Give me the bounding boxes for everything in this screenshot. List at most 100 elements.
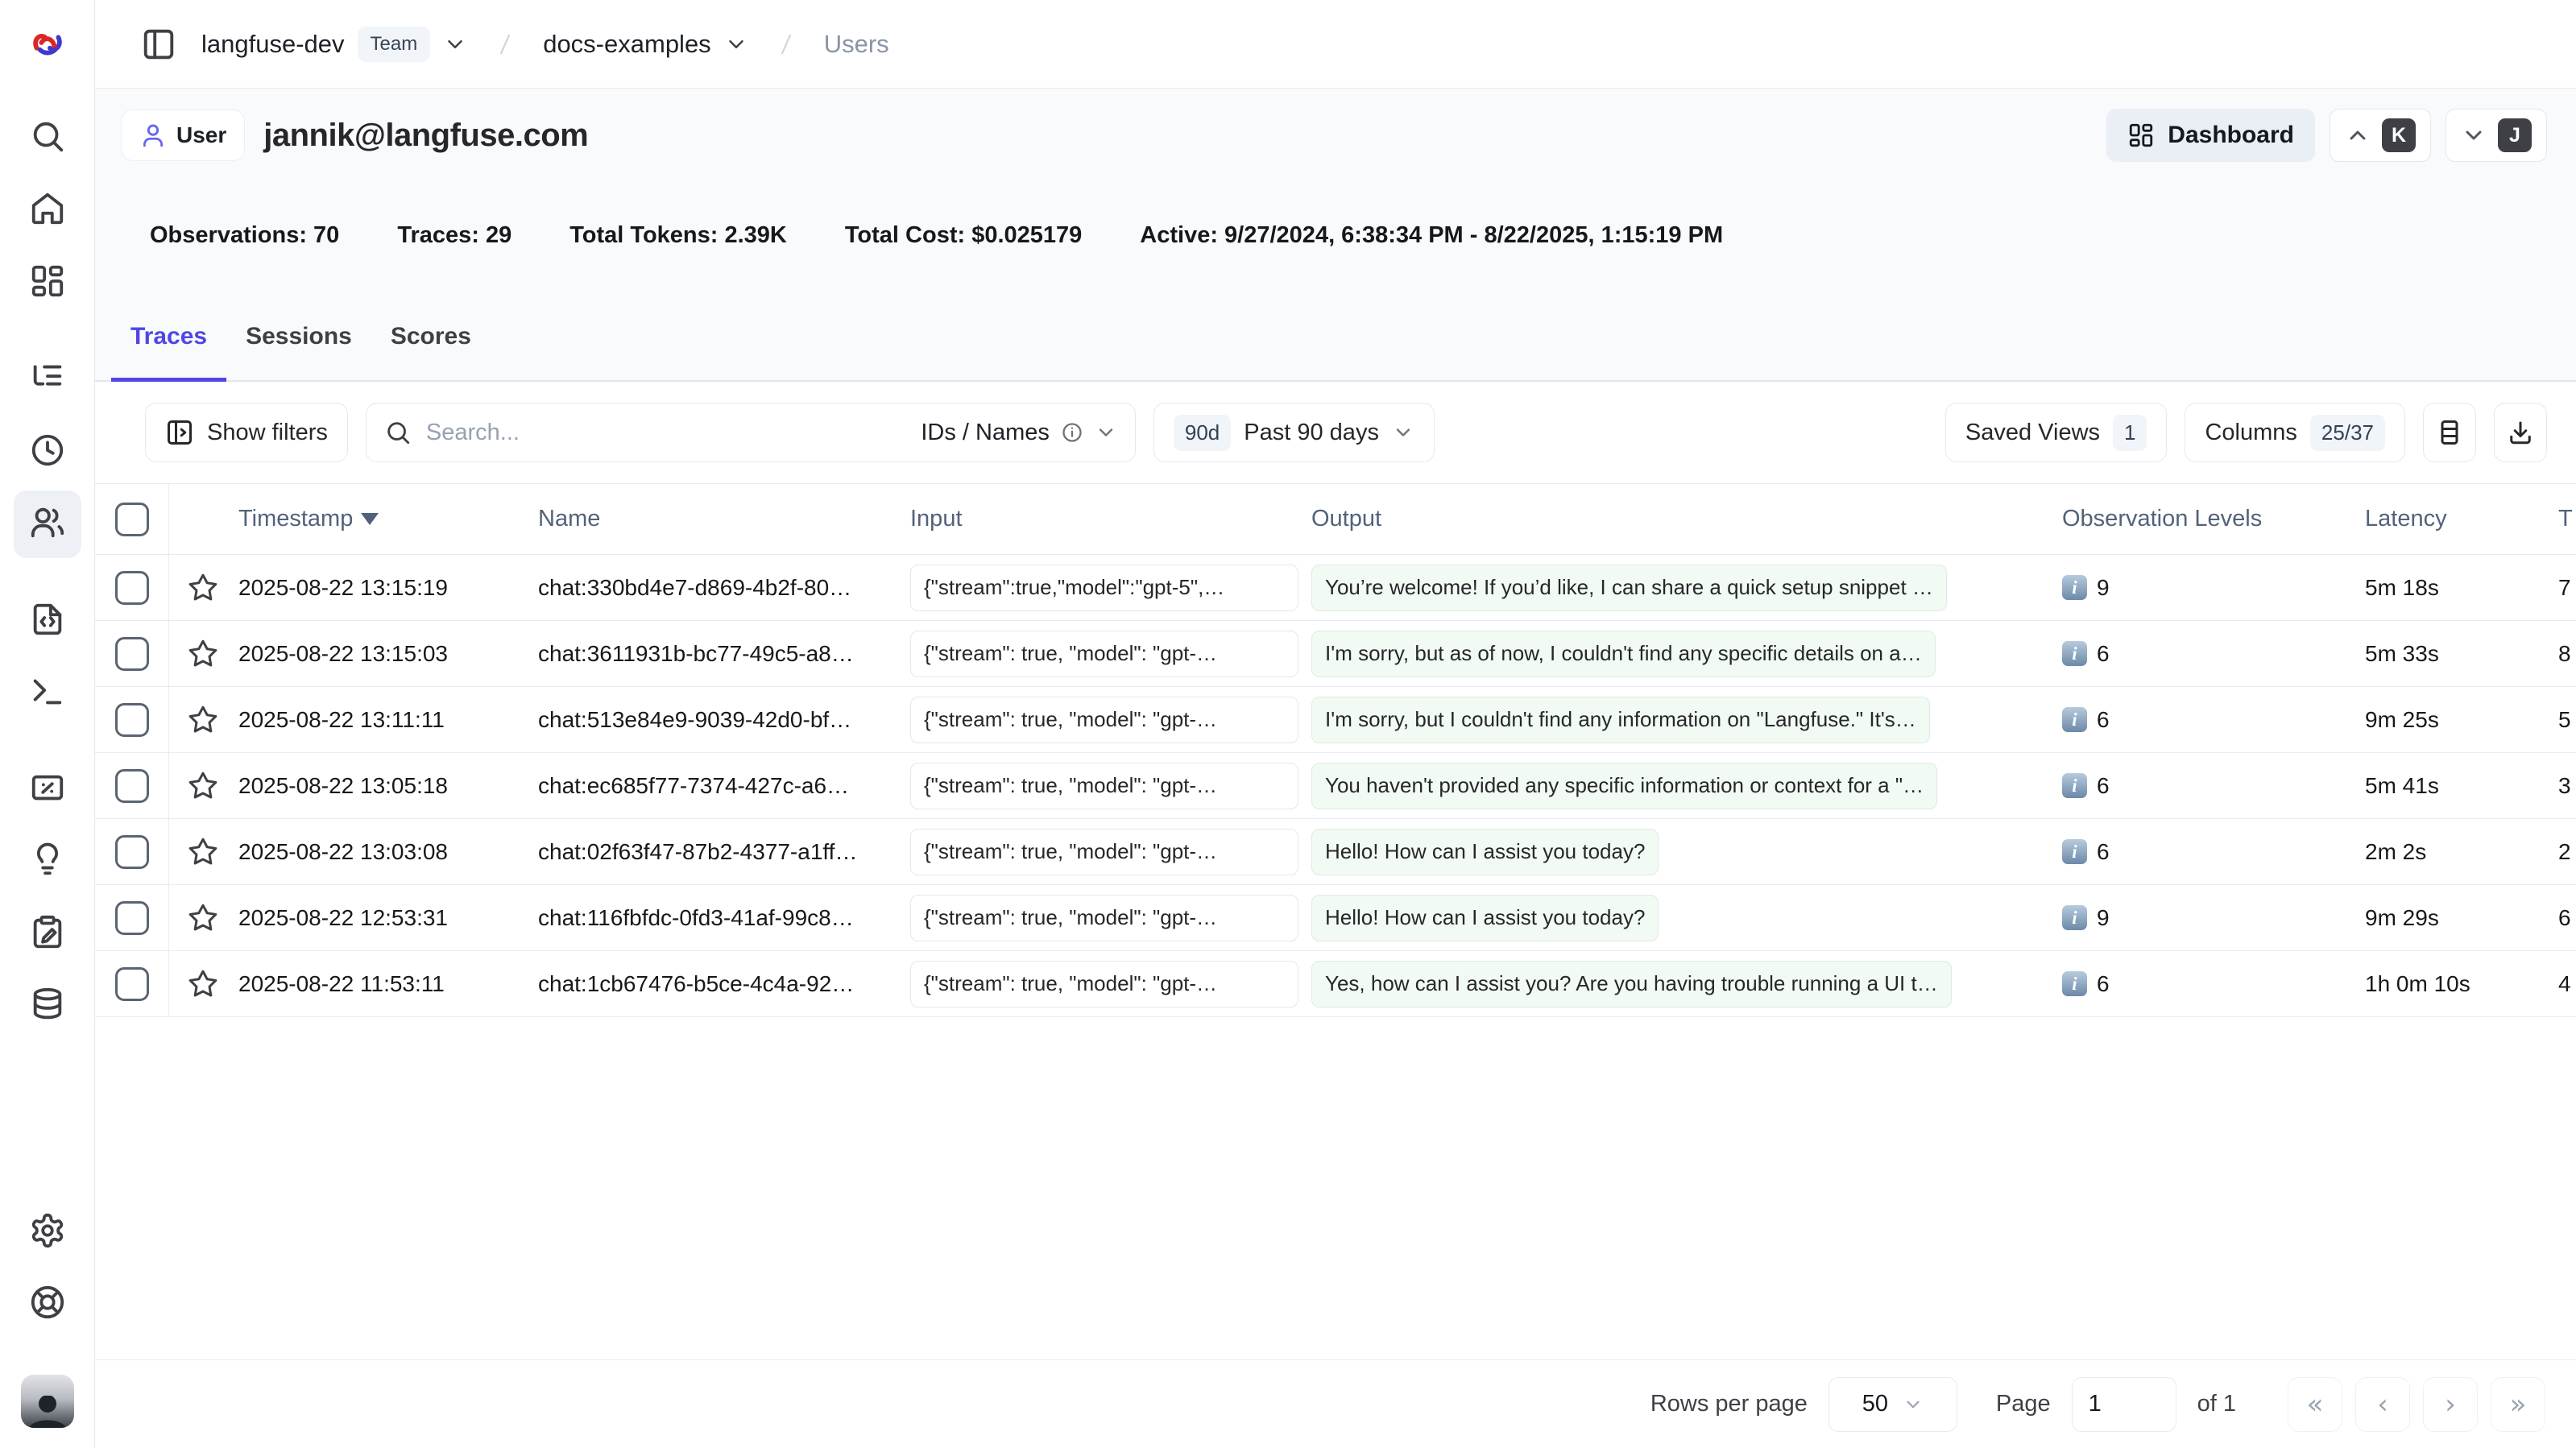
row-output-preview[interactable]: I'm sorry, but as of now, I couldn't fin…	[1311, 631, 1936, 677]
column-header-output[interactable]: Output	[1311, 506, 2062, 532]
page-number-input[interactable]	[2072, 1377, 2176, 1432]
row-checkbox[interactable]	[115, 769, 149, 803]
dashboard-button[interactable]: Dashboard	[2106, 109, 2315, 162]
info-level-icon	[2062, 839, 2087, 864]
next-page-button[interactable]	[2423, 1377, 2478, 1432]
user-stat: Total Tokens: 2.39K	[569, 222, 787, 249]
column-header-input[interactable]: Input	[910, 506, 1311, 532]
columns-count: 25/37	[2310, 415, 2385, 451]
info-level-icon	[2062, 575, 2087, 600]
sidebar-item-prompts[interactable]	[14, 587, 81, 655]
sidebar-item-search[interactable]	[14, 104, 81, 172]
row-height-button[interactable]	[2423, 403, 2476, 462]
tab-scores[interactable]: Scores	[371, 295, 491, 382]
row-output-preview[interactable]: Yes, how can I assist you? Are you havin…	[1311, 961, 1952, 1007]
previous-user-button[interactable]: K	[2330, 109, 2431, 162]
tab-sessions[interactable]: Sessions	[226, 295, 371, 382]
row-input-preview[interactable]: {"stream": true, "model": "gpt-…	[910, 631, 1298, 677]
row-output-preview[interactable]: You’re welcome! If you’d like, I can sha…	[1311, 565, 1947, 611]
row-checkbox[interactable]	[115, 835, 149, 869]
row-output-preview[interactable]: I'm sorry, but I couldn't find any infor…	[1311, 697, 1930, 743]
sidebar-item-settings[interactable]	[14, 1198, 81, 1266]
select-all-checkbox[interactable]	[115, 503, 149, 536]
rows-per-page-value: 50	[1862, 1391, 1888, 1417]
table-row[interactable]: 2025-08-22 13:05:18 chat:ec685f77-7374-4…	[95, 753, 2576, 819]
breadcrumb-environment[interactable]: docs-examples	[543, 30, 748, 59]
search-input[interactable]	[426, 420, 906, 446]
next-user-button[interactable]: J	[2446, 109, 2547, 162]
search-scope-label: IDs / Names	[921, 420, 1050, 446]
file-code-icon	[29, 601, 66, 642]
star-icon[interactable]	[187, 902, 219, 934]
table-row[interactable]: 2025-08-22 13:11:11 chat:513e84e9-9039-4…	[95, 687, 2576, 753]
show-filters-button[interactable]: Show filters	[145, 403, 348, 462]
first-page-button[interactable]	[2288, 1377, 2342, 1432]
table-body: 2025-08-22 13:15:19 chat:330bd4e7-d869-4…	[95, 555, 2576, 1017]
star-icon[interactable]	[187, 968, 219, 1000]
tab-traces[interactable]: Traces	[111, 295, 226, 382]
project-badge: Team	[358, 27, 431, 62]
row-output-preview[interactable]: You haven't provided any specific inform…	[1311, 763, 1937, 809]
columns-button[interactable]: Columns 25/37	[2185, 403, 2405, 462]
row-input-preview[interactable]: {"stream": true, "model": "gpt-…	[910, 961, 1298, 1007]
star-icon[interactable]	[187, 638, 219, 670]
row-output-preview[interactable]: Hello! How can I assist you today?	[1311, 829, 1659, 875]
row-observation-level-count: 6	[2097, 839, 2110, 865]
clipboard-pen-icon	[29, 914, 66, 955]
row-checkbox[interactable]	[115, 967, 149, 1001]
date-range-button[interactable]: 90d Past 90 days	[1153, 403, 1435, 462]
star-icon[interactable]	[187, 770, 219, 802]
row-latency: 1h 0m 10s	[2365, 971, 2558, 997]
table-row[interactable]: 2025-08-22 13:03:08 chat:02f63f47-87b2-4…	[95, 819, 2576, 885]
row-input-preview[interactable]: {"stream": true, "model": "gpt-…	[910, 697, 1298, 743]
column-header-observation-levels[interactable]: Observation Levels	[2062, 506, 2365, 532]
row-checkbox[interactable]	[115, 901, 149, 935]
sidebar-item-annotation[interactable]	[14, 900, 81, 968]
sidebar-toggle-icon[interactable]	[140, 26, 177, 63]
pagination-bar: Rows per page 50 Page of 1	[95, 1359, 2576, 1448]
row-input-preview[interactable]: {"stream":true,"model":"gpt-5",…	[910, 565, 1298, 611]
export-download-button[interactable]	[2494, 403, 2547, 462]
star-icon[interactable]	[187, 572, 219, 604]
table-row[interactable]: 2025-08-22 13:15:19 chat:330bd4e7-d869-4…	[95, 555, 2576, 621]
download-icon	[2506, 418, 2535, 447]
row-checkbox[interactable]	[115, 571, 149, 605]
row-tokens-clipped: 6	[2558, 905, 2576, 931]
column-header-timestamp[interactable]: Timestamp	[238, 506, 538, 532]
row-checkbox[interactable]	[115, 637, 149, 671]
profile-avatar[interactable]	[21, 1375, 74, 1428]
column-header-name[interactable]: Name	[538, 506, 910, 532]
table-row[interactable]: 2025-08-22 12:53:31 chat:116fbfdc-0fd3-4…	[95, 885, 2576, 951]
saved-views-button[interactable]: Saved Views 1	[1945, 403, 2168, 462]
star-icon[interactable]	[187, 836, 219, 868]
chevron-down-icon	[1095, 421, 1117, 444]
star-icon[interactable]	[187, 704, 219, 736]
sidebar-item-datasets[interactable]	[14, 973, 81, 1040]
sidebar-item-insights[interactable]	[14, 827, 81, 895]
sidebar-item-evaluation[interactable]	[14, 756, 81, 824]
sidebar-item-sessions[interactable]	[14, 418, 81, 486]
row-input-preview[interactable]: {"stream": true, "model": "gpt-…	[910, 895, 1298, 941]
sidebar-item-home[interactable]	[14, 176, 81, 244]
sidebar-item-playground[interactable]	[14, 660, 81, 727]
row-checkbox[interactable]	[115, 703, 149, 737]
table-row[interactable]: 2025-08-22 13:15:03 chat:3611931b-bc77-4…	[95, 621, 2576, 687]
previous-page-button[interactable]	[2355, 1377, 2410, 1432]
langfuse-logo[interactable]	[29, 24, 66, 65]
column-header-tokens-clipped[interactable]: T	[2558, 506, 2576, 532]
table-row[interactable]: 2025-08-22 11:53:11 chat:1cb67476-b5ce-4…	[95, 951, 2576, 1017]
last-page-button[interactable]	[2491, 1377, 2545, 1432]
rows-per-page-select[interactable]: 50	[1828, 1377, 1957, 1432]
row-input-preview[interactable]: {"stream": true, "model": "gpt-…	[910, 829, 1298, 875]
column-header-latency[interactable]: Latency	[2365, 506, 2558, 532]
row-output-preview[interactable]: Hello! How can I assist you today?	[1311, 895, 1659, 941]
home-icon	[29, 190, 66, 231]
shortcut-key-k: K	[2382, 118, 2416, 152]
sidebar-item-tracing[interactable]	[14, 345, 81, 413]
breadcrumb-project[interactable]: langfuse-dev Team	[201, 27, 467, 62]
row-input-preview[interactable]: {"stream": true, "model": "gpt-…	[910, 763, 1298, 809]
sidebar-item-support[interactable]	[14, 1270, 81, 1338]
search-scope-dropdown[interactable]: IDs / Names	[921, 420, 1117, 446]
sidebar-item-dashboards[interactable]	[14, 249, 81, 316]
sidebar-item-users[interactable]	[14, 490, 81, 558]
